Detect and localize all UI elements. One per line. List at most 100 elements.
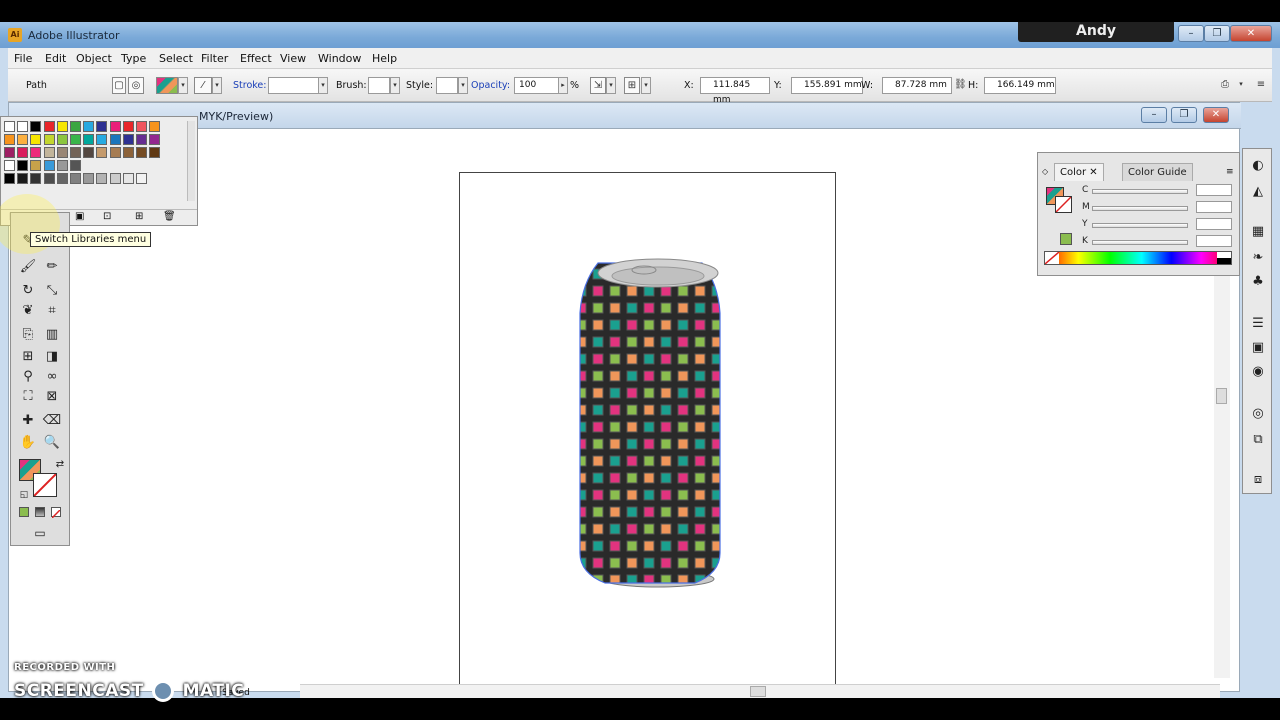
swatch-chip[interactable] xyxy=(109,121,121,132)
tab-color-guide[interactable]: Color Guide xyxy=(1122,163,1193,181)
horizontal-scroll-thumb[interactable] xyxy=(750,686,766,697)
swatch-chip[interactable] xyxy=(96,147,108,158)
transform-dropdown-icon[interactable]: ▾ xyxy=(606,77,616,94)
channel-k-field[interactable] xyxy=(1196,235,1232,247)
stroke-panel-icon[interactable]: ◐ xyxy=(1248,157,1268,175)
swatch-chip[interactable] xyxy=(136,173,147,184)
close-button[interactable]: ✕ xyxy=(1230,25,1272,42)
stroke-dropdown-icon[interactable]: ▾ xyxy=(212,77,222,94)
menu-object[interactable]: Object xyxy=(76,52,112,65)
swatches-scrollbar[interactable] xyxy=(187,121,195,201)
stroke-proxy[interactable] xyxy=(1055,196,1072,213)
gradient-panel-icon[interactable]: ◭ xyxy=(1248,183,1268,201)
gradient-tool-icon[interactable]: ◨ xyxy=(41,347,63,367)
layers-panel-icon[interactable]: ⧈ xyxy=(1248,471,1268,489)
menu-filter[interactable]: Filter xyxy=(201,52,228,65)
new-swatch-icon[interactable]: ⊞ xyxy=(135,211,143,222)
swatch-chip[interactable] xyxy=(122,121,134,132)
fill-stroke-proxy[interactable] xyxy=(1046,187,1072,213)
swatch-chip[interactable] xyxy=(122,134,134,145)
mesh-tool-icon[interactable]: ⊞ xyxy=(17,347,39,367)
artboard[interactable] xyxy=(459,172,836,688)
swatch-chip[interactable] xyxy=(4,160,15,171)
doc-restore-button[interactable]: ❐ xyxy=(1171,107,1197,123)
w-field[interactable]: 87.728 mm xyxy=(882,77,952,94)
color-spectrum-bar[interactable] xyxy=(1044,251,1232,265)
swatch-chip[interactable] xyxy=(4,173,15,184)
swatch-chip[interactable] xyxy=(136,147,147,158)
screen-mode-icon[interactable]: ▭ xyxy=(29,523,51,543)
swatch-chip[interactable] xyxy=(43,147,55,158)
horizontal-scrollbar[interactable] xyxy=(300,684,1220,698)
eraser-tool-icon[interactable]: ⌫ xyxy=(41,411,63,431)
channel-m-slider[interactable] xyxy=(1092,206,1188,211)
live-paint-tool-icon[interactable]: ⛶ xyxy=(17,387,39,407)
channel-k[interactable]: K % xyxy=(1082,235,1266,248)
swatch-chip[interactable] xyxy=(96,134,108,145)
swatches-panel-icon[interactable]: ▦ xyxy=(1248,223,1268,241)
swatch-chip[interactable] xyxy=(43,134,55,145)
zoom-tool-icon[interactable]: 🔍 xyxy=(41,433,63,453)
swatch-chip[interactable] xyxy=(122,173,134,184)
recolor-icon[interactable]: ◎ xyxy=(128,77,144,94)
swatch-chip[interactable] xyxy=(4,134,15,145)
swatch-chip[interactable] xyxy=(43,160,55,171)
align-panel-icon[interactable]: ☰ xyxy=(1248,315,1268,333)
scale-tool-icon[interactable]: ⤡ xyxy=(41,281,63,301)
swatch-chip[interactable] xyxy=(109,173,121,184)
reference-point-icon[interactable]: ⊞ xyxy=(624,77,640,94)
h-field[interactable]: 166.149 mm xyxy=(984,77,1056,94)
swatch-chip[interactable] xyxy=(56,147,68,158)
color-mode-icon[interactable] xyxy=(19,507,29,517)
menu-window[interactable]: Window xyxy=(318,52,361,65)
swatch-chip[interactable] xyxy=(83,147,95,158)
opacity-label[interactable]: Opacity: xyxy=(471,80,510,91)
swatch-chip[interactable] xyxy=(17,121,29,132)
appearance-panel-icon[interactable]: ◉ xyxy=(1248,363,1268,381)
slice-tool-icon[interactable]: ✚ xyxy=(17,411,39,431)
swatch-chip[interactable] xyxy=(149,147,161,158)
swatch-chip[interactable] xyxy=(96,173,108,184)
minimize-button[interactable]: – xyxy=(1178,25,1204,42)
channel-k-slider[interactable] xyxy=(1092,240,1188,245)
isolate-icon[interactable]: ▢ xyxy=(112,77,126,94)
gradient-mode-icon[interactable] xyxy=(35,507,45,517)
style-field[interactable] xyxy=(436,77,458,94)
swatch-chip[interactable] xyxy=(30,147,42,158)
opacity-field[interactable]: 100 xyxy=(514,77,560,94)
style-dropdown-icon[interactable]: ▾ xyxy=(458,77,468,94)
swatch-chip[interactable] xyxy=(96,121,108,132)
opacity-dropdown-icon[interactable]: ▸ xyxy=(558,77,568,94)
panel-options-icon[interactable]: ⎙ xyxy=(1216,77,1234,94)
menu-select[interactable]: Select xyxy=(159,52,193,65)
vertical-scroll-thumb[interactable] xyxy=(1216,388,1227,404)
doc-close-button[interactable]: ✕ xyxy=(1203,107,1229,123)
channel-c[interactable]: C % xyxy=(1082,184,1266,197)
swatch-chip[interactable] xyxy=(70,160,81,171)
menu-help[interactable]: Help xyxy=(372,52,397,65)
swatch-chip[interactable] xyxy=(122,147,134,158)
graphic-styles-panel-icon[interactable]: ◎ xyxy=(1248,405,1268,423)
fill-dropdown-icon[interactable]: ▾ xyxy=(178,77,188,94)
swatch-chip[interactable] xyxy=(83,121,95,132)
menu-file[interactable]: File xyxy=(14,52,32,65)
transparency-panel-icon[interactable]: ▣ xyxy=(1248,339,1268,357)
transform-icon[interactable]: ⇲ xyxy=(590,77,606,94)
stroke-label[interactable]: Stroke: xyxy=(233,80,266,91)
paintbrush-tool-icon[interactable]: 🖌 xyxy=(17,257,39,277)
constrain-proportions-icon[interactable]: ⛓ xyxy=(954,77,967,94)
menu-effect[interactable]: Effect xyxy=(240,52,272,65)
hand-tool-icon[interactable]: ✋ xyxy=(17,433,39,453)
swatch-chip[interactable] xyxy=(136,134,147,145)
swatch-chip[interactable] xyxy=(70,134,81,145)
live-paint-selection-icon[interactable]: ⊠ xyxy=(41,387,63,407)
brushes-panel-icon[interactable]: ❧ xyxy=(1248,249,1268,267)
warp-tool-icon[interactable]: ❦ xyxy=(17,301,39,321)
swatch-chip[interactable] xyxy=(83,173,95,184)
stroke-color-box[interactable] xyxy=(33,473,57,497)
swatch-chip[interactable] xyxy=(136,121,147,132)
swatch-chip[interactable] xyxy=(56,121,68,132)
spectrum-none-swatch[interactable] xyxy=(1044,251,1060,265)
swatch-chip[interactable] xyxy=(17,160,29,171)
stroke-none-swatch[interactable]: ⁄ xyxy=(194,77,212,94)
